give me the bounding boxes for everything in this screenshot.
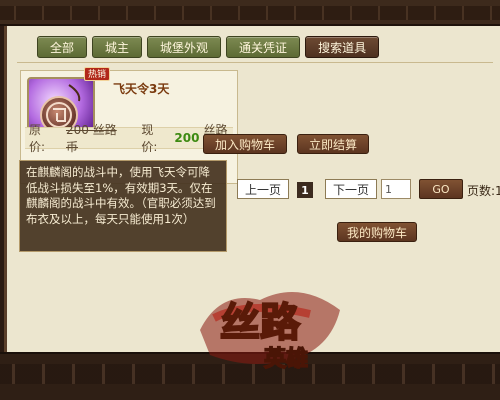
top-frame-pattern (0, 6, 500, 20)
game-logo-graphic: 丝路 英雄 (200, 292, 340, 373)
tab-clearance-pass[interactable]: 通关凭证 (226, 36, 301, 58)
tab-city-lord[interactable]: 城主 (92, 36, 143, 58)
tab-search-items[interactable]: 搜索道具 (305, 36, 380, 58)
original-price-label: 原价: (29, 123, 46, 154)
page-number-input[interactable] (381, 179, 411, 199)
go-button[interactable]: GO (419, 179, 463, 199)
item-tooltip: 在麒麟阁的战斗中，使用飞天令可降低战斗损失至1%，有效期3天。仅在麒麟阁的战斗中… (19, 160, 227, 252)
original-price-value: 200 丝路币 (66, 123, 117, 154)
page-count-label: 页数:1 (467, 184, 500, 198)
hot-sale-badge: 热销 (84, 67, 110, 81)
svg-text:丝路: 丝路 (220, 299, 301, 346)
add-to-cart-button[interactable]: 加入购物车 (203, 134, 287, 154)
price-row: 原价: 200 丝路币 现价: 200 丝路币 (25, 123, 233, 154)
item-name: 飞天令3天 (113, 82, 170, 96)
tab-castle-appearance[interactable]: 城堡外观 (147, 36, 222, 58)
game-logo: 丝路 英雄 (190, 270, 350, 380)
tab-all[interactable]: 全部 (37, 36, 88, 58)
my-cart-button[interactable]: 我的购物车 (337, 222, 417, 242)
tabs-divider (17, 62, 493, 63)
checkout-button[interactable]: 立即结算 (297, 134, 369, 154)
current-page-number[interactable]: 1 (297, 182, 313, 198)
top-frame-border (0, 0, 500, 26)
prev-page-button[interactable]: 上一页 (237, 179, 289, 199)
category-tabs: 全部 城主 城堡外观 通关凭证 搜索道具 (37, 36, 380, 58)
next-page-button[interactable]: 下一页 (325, 179, 377, 199)
svg-text:英雄: 英雄 (264, 346, 308, 372)
current-price-label: 现价: (141, 123, 158, 154)
current-price-value: 200 (174, 131, 200, 145)
